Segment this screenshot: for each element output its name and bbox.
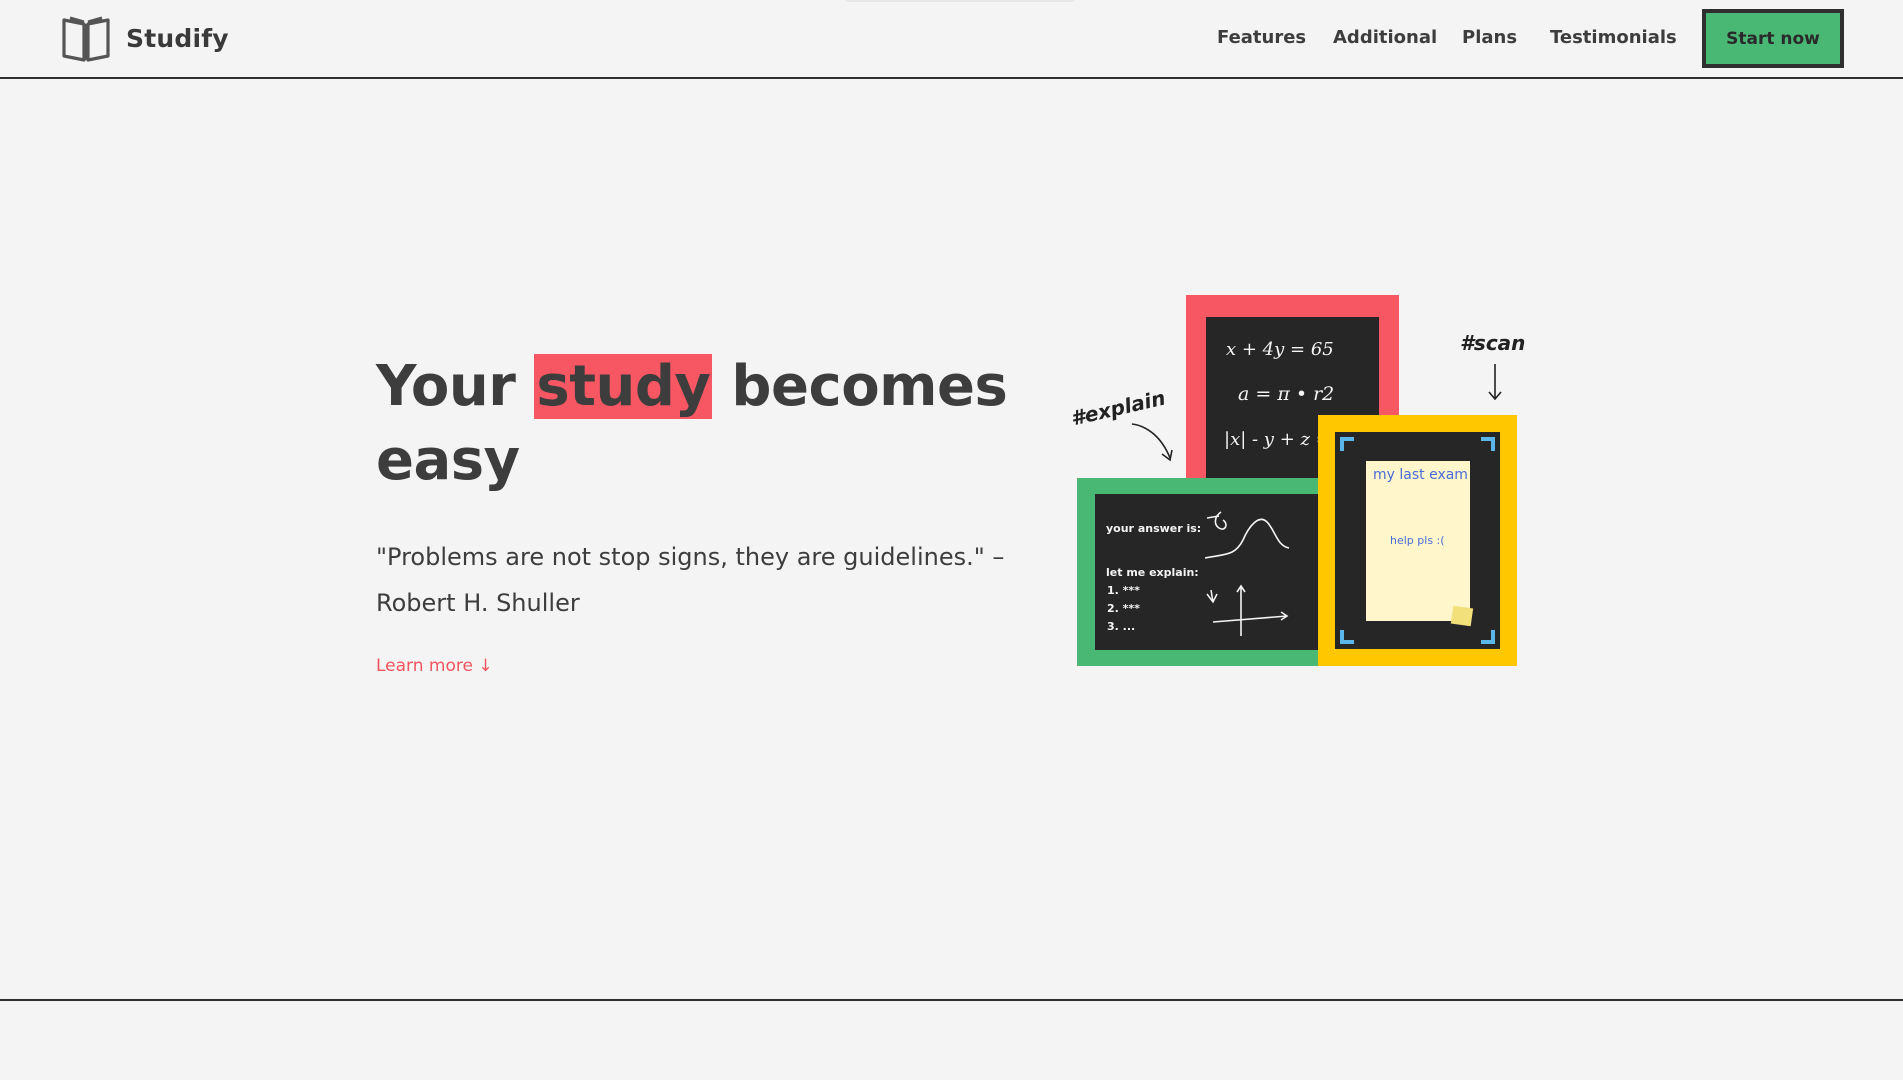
- note-title: my last exam: [1373, 467, 1468, 483]
- learn-more-link[interactable]: Learn more ↓: [376, 656, 493, 676]
- equation-line-1: x + 4y = 65: [1226, 339, 1334, 360]
- explain-label: let me explain:: [1106, 566, 1199, 579]
- hero-illustration: x + 4y = 65 a = π • r2 |x| - y + z = you…: [1060, 290, 1540, 680]
- brand-name: Studify: [126, 23, 229, 53]
- start-now-button[interactable]: Start now: [1702, 9, 1844, 68]
- equation-line-2: a = π • r2: [1238, 383, 1335, 405]
- equation-line-3: |x| - y + z =: [1224, 429, 1331, 450]
- note-text: help pls :(: [1390, 534, 1445, 547]
- hero-title-highlight: study: [534, 354, 713, 419]
- nav-plans[interactable]: Plans: [1462, 27, 1517, 48]
- scan-tag: #scan: [1460, 331, 1526, 355]
- top-scroll-pill: [845, 0, 1075, 2]
- step-3: 3. ...: [1107, 620, 1136, 633]
- nav-additional[interactable]: Additional: [1333, 27, 1437, 48]
- answer-label: your answer is:: [1106, 522, 1202, 535]
- sticky-corner: [1450, 605, 1474, 627]
- yellow-scan-board: my last exam help pls :(: [1318, 415, 1517, 666]
- nav-features[interactable]: Features: [1217, 27, 1306, 48]
- top-navbar: Studify Features Additional Plans Testim…: [0, 0, 1903, 79]
- step-1: 1. ***: [1107, 584, 1140, 597]
- hero-title-start: Your: [376, 354, 535, 419]
- brand-logo[interactable]: Studify: [60, 14, 229, 62]
- section-divider: [0, 999, 1903, 1001]
- explain-arrow-icon: [1131, 423, 1173, 462]
- nav-testimonials[interactable]: Testimonials: [1550, 27, 1677, 48]
- scan-arrow-icon: [1488, 364, 1502, 401]
- green-chalkboard: your answer is: let me explain: 1. *** 2…: [1077, 478, 1327, 666]
- step-2: 2. ***: [1107, 602, 1140, 615]
- hero-title: Your study becomes easy: [376, 350, 1056, 498]
- open-book-icon: [62, 16, 110, 62]
- chalk-curve-drawing: [1204, 511, 1290, 636]
- hero-quote: "Problems are not stop signs, they are g…: [376, 543, 1005, 617]
